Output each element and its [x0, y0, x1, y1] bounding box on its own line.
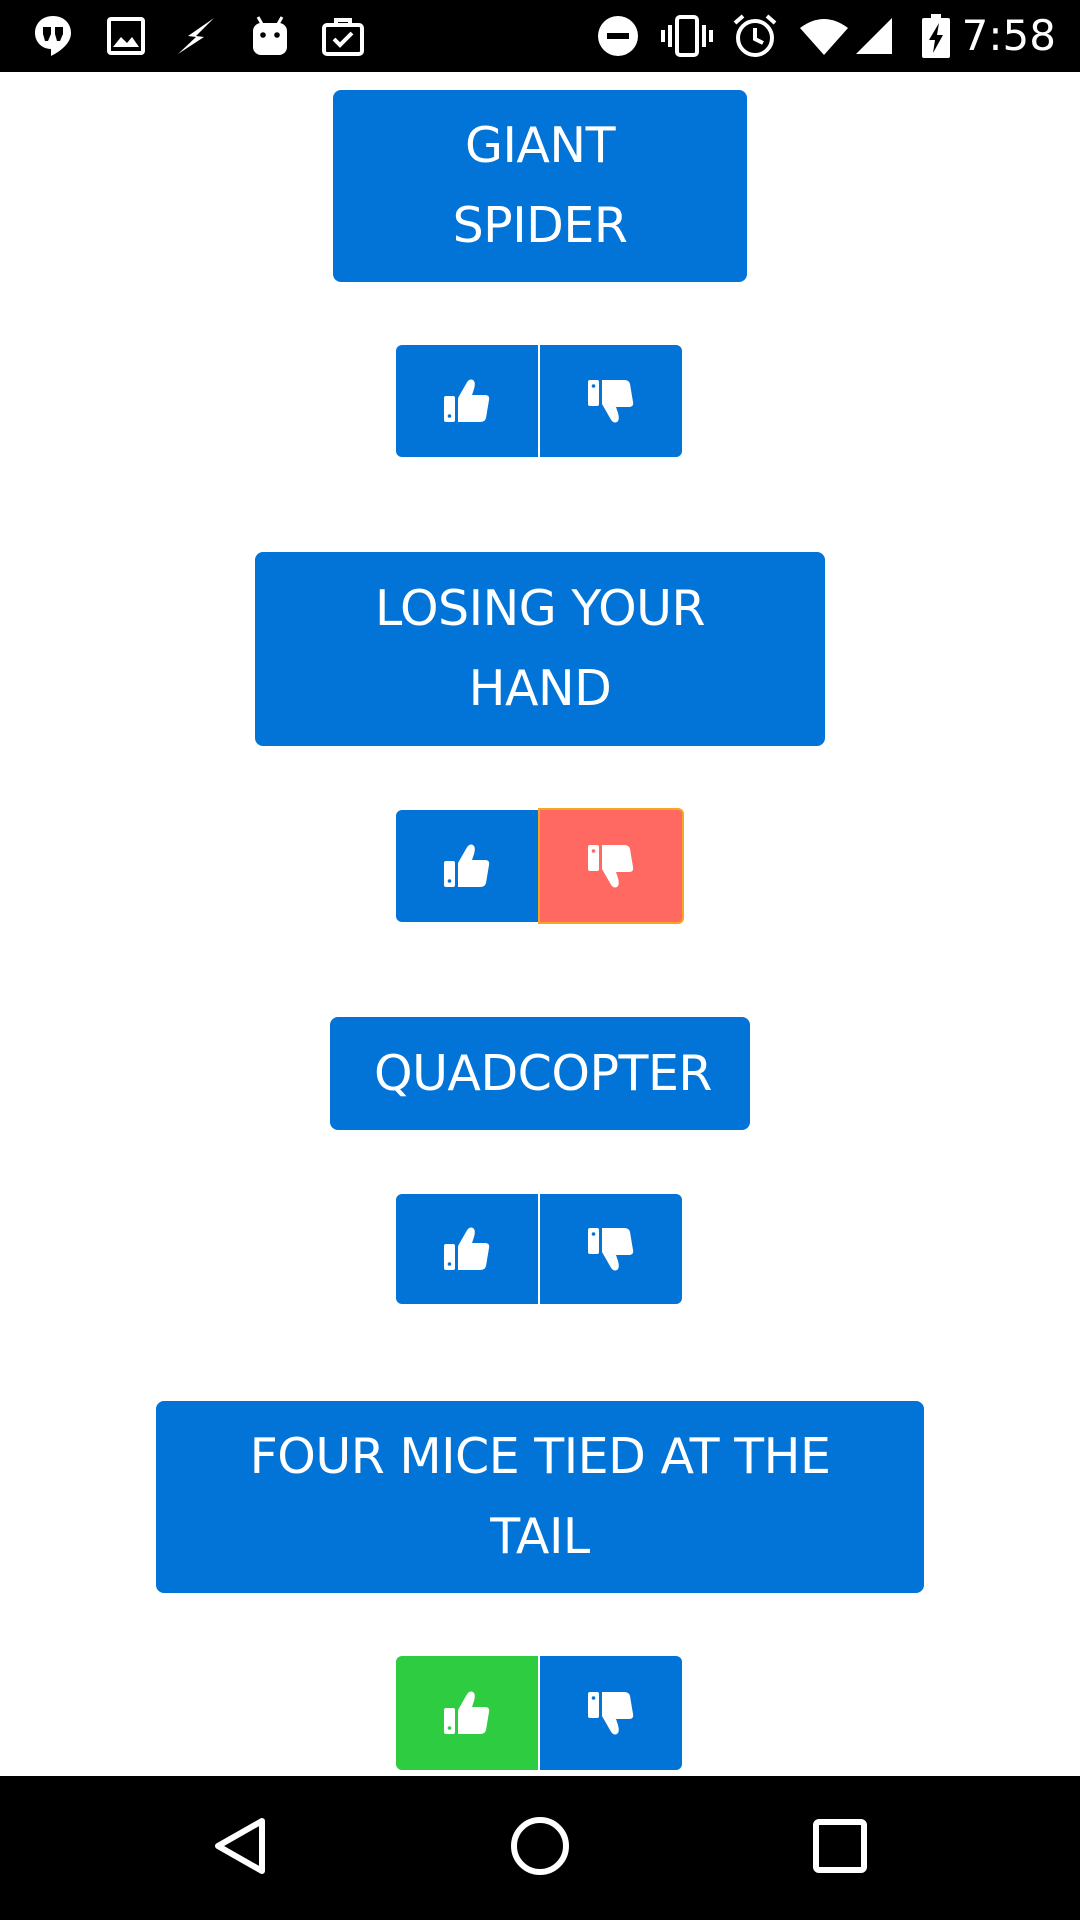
image-icon	[104, 0, 148, 72]
thumbs-up-icon	[442, 1224, 492, 1274]
thumbs-down-icon	[586, 1224, 636, 1274]
thumbs-down-icon	[586, 376, 636, 426]
flash-icon	[172, 0, 220, 72]
wifi-icon	[796, 0, 852, 72]
android-icon	[246, 0, 294, 72]
thumbs-up-button-selected[interactable]	[396, 1656, 538, 1770]
thumbs-up-button[interactable]	[396, 810, 538, 922]
thumbs-up-icon	[442, 376, 492, 426]
alarm-icon	[730, 0, 780, 72]
thumbs-up-icon	[442, 1688, 492, 1738]
item-title-button[interactable]: GIANT SPIDER	[333, 90, 747, 282]
vote-list: GIANT SPIDER LOSING YOUR HAND QUADCOPTER…	[0, 72, 1080, 1776]
thumbs-up-icon	[442, 841, 492, 891]
back-button[interactable]	[160, 1776, 320, 1920]
item-title-label: QUADCOPTER	[374, 1044, 712, 1102]
navigation-bar	[0, 1776, 1080, 1920]
vibrate-icon	[658, 0, 716, 72]
do-not-disturb-icon	[594, 0, 642, 72]
recents-icon	[812, 1818, 868, 1878]
item-title-button[interactable]: QUADCOPTER	[330, 1017, 750, 1130]
item-title-label: FOUR MICE TIED AT THE TAIL	[249, 1428, 831, 1565]
recents-button[interactable]	[760, 1776, 920, 1920]
back-icon	[210, 1816, 270, 1880]
hangouts-icon	[30, 0, 76, 72]
briefcase-check-icon	[318, 0, 368, 72]
battery-charging-icon	[918, 0, 954, 72]
item-title-button[interactable]: FOUR MICE TIED AT THE TAIL	[156, 1401, 924, 1593]
item-title-label: GIANT SPIDER	[452, 117, 628, 254]
thumbs-down-icon	[586, 1688, 636, 1738]
home-icon	[509, 1815, 571, 1881]
thumbs-down-icon	[586, 841, 636, 891]
thumbs-up-button[interactable]	[396, 1194, 538, 1304]
item-title-button[interactable]: LOSING YOUR HAND	[255, 552, 825, 746]
thumbs-down-button[interactable]	[540, 1194, 682, 1304]
thumbs-down-button[interactable]	[540, 1656, 682, 1770]
status-bar: 7:58	[0, 0, 1080, 72]
item-title-label: LOSING YOUR HAND	[374, 580, 706, 717]
thumbs-down-button[interactable]	[540, 345, 682, 457]
signal-icon	[852, 0, 896, 72]
thumbs-down-button-selected[interactable]	[538, 808, 684, 924]
app-screen: 7:58 GIANT SPIDER LOSING YOUR HAND QUADC…	[0, 0, 1080, 1920]
thumbs-up-button[interactable]	[396, 345, 538, 457]
status-time: 7:58	[961, 11, 1056, 60]
home-button[interactable]	[460, 1776, 620, 1920]
